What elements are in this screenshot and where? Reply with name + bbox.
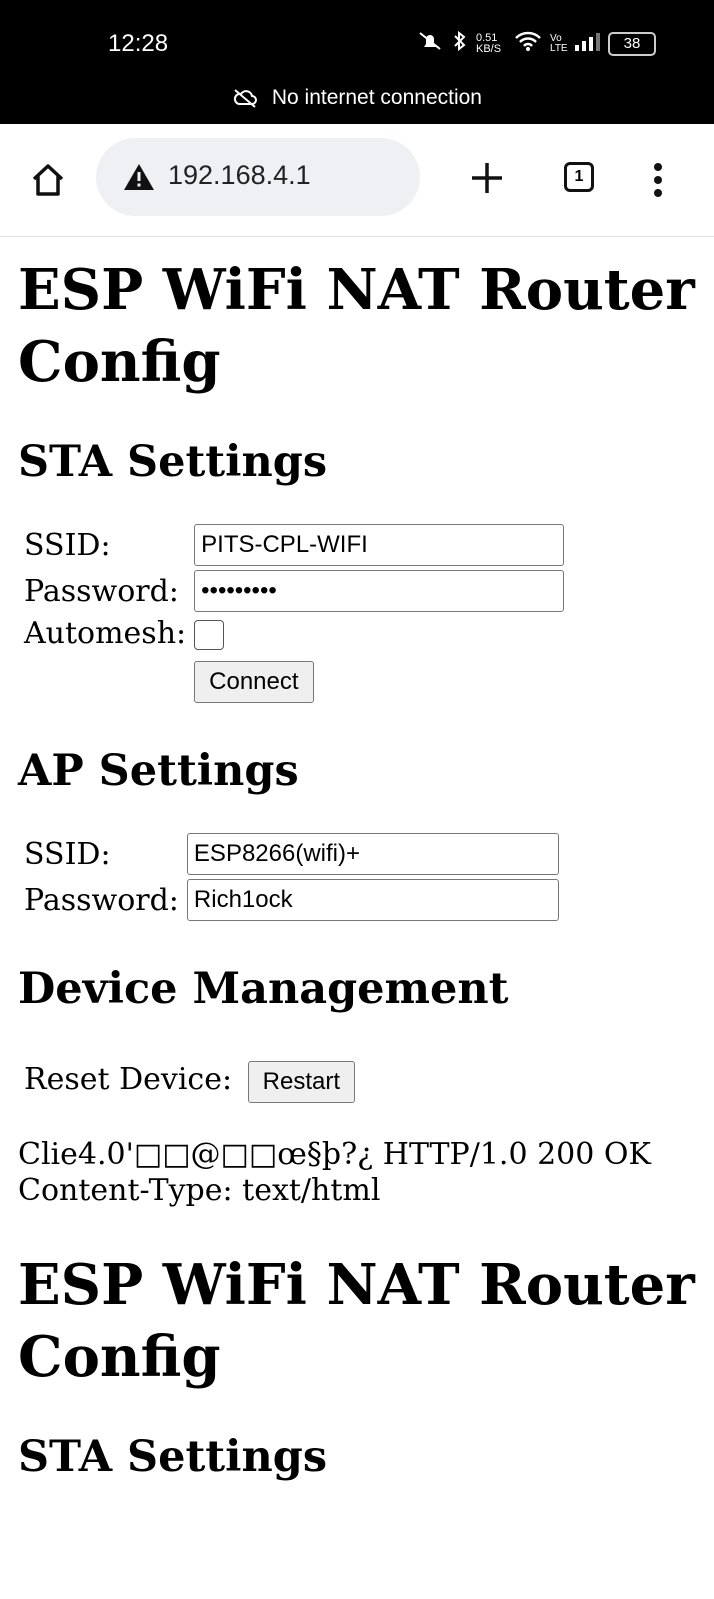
- sta-ssid-input[interactable]: PITS-CPL-WIFI: [194, 524, 565, 566]
- automesh-checkbox[interactable]: [194, 620, 225, 650]
- url-text[interactable]: 192.168.4.1: [168, 160, 311, 191]
- sta-ssid-label: SSID:: [24, 527, 111, 563]
- no-internet-text: No internet connection: [271, 86, 482, 109]
- raw-response-text: Clie4.0'□□@□□œ§þ?¿ HTTP/1.0 200 OK Conte…: [18, 1137, 708, 1209]
- status-bar: 12:28 0.51 KB/S Vo LTE 38 No internet co…: [0, 0, 714, 124]
- page-title: ESP WiFi NAT Router Config: [18, 257, 695, 395]
- cloud-off-icon: [232, 86, 272, 109]
- sta-password-label: Password:: [24, 573, 179, 609]
- home-icon: [32, 164, 64, 196]
- address-bar[interactable]: 192.168.4.1: [96, 138, 420, 216]
- status-time: 12:28: [108, 30, 169, 57]
- ap-password-label: Password:: [24, 882, 179, 918]
- plus-icon: [472, 163, 502, 193]
- browser-toolbar: 192.168.4.1 1: [0, 124, 714, 237]
- bluetooth-icon: [452, 30, 468, 57]
- home-button[interactable]: [28, 160, 68, 200]
- ap-settings-heading: AP Settings: [18, 746, 299, 796]
- sta-settings-form: SSID: PITS-CPL-WIFI Password: ••••••••• …: [18, 520, 570, 707]
- ap-ssid-label: SSID:: [24, 836, 111, 872]
- mute-icon: [416, 30, 444, 57]
- status-icons: 0.51 KB/S Vo LTE 38: [416, 30, 656, 57]
- new-tab-button[interactable]: [467, 158, 507, 198]
- menu-button[interactable]: [652, 160, 664, 200]
- raw-response-line-2: Content-Type: text/html: [18, 1173, 381, 1208]
- sta-settings-heading: STA Settings: [18, 437, 328, 487]
- page-title-repeat: ESP WiFi NAT Router Config: [18, 1252, 695, 1390]
- warning-icon[interactable]: [122, 162, 156, 192]
- reset-device-label: Reset Device:: [24, 1062, 233, 1097]
- ap-ssid-input[interactable]: ESP8266(wifi)+: [186, 833, 559, 875]
- automesh-label: Automesh:: [24, 616, 187, 651]
- tab-switcher-button[interactable]: 1: [564, 162, 594, 192]
- raw-response-line-1: Clie4.0'□□@□□œ§þ?¿ HTTP/1.0 200 OK: [18, 1137, 651, 1172]
- device-management-heading: Device Management: [18, 964, 509, 1014]
- restart-button[interactable]: Restart: [247, 1061, 356, 1103]
- signal-icon: [574, 31, 600, 56]
- page-content: ESP WiFi NAT Router Config STA Settings …: [18, 236, 708, 1485]
- ap-settings-form: SSID: ESP8266(wifi)+ Password: Rich1ock: [18, 829, 565, 925]
- volte-badge: Vo LTE: [550, 32, 568, 54]
- more-vert-icon: [654, 163, 662, 197]
- battery-icon: 38: [608, 31, 656, 56]
- reset-row: Reset Device: Restart: [18, 1061, 708, 1103]
- sta-settings-heading-repeat: STA Settings: [18, 1432, 328, 1482]
- connect-button[interactable]: Connect: [194, 661, 314, 703]
- wifi-icon: [514, 30, 542, 57]
- net-speed: 0.51 KB/S: [476, 31, 502, 55]
- ap-password-input[interactable]: Rich1ock: [186, 879, 559, 921]
- sta-password-input[interactable]: •••••••••: [194, 570, 565, 612]
- no-internet-banner: No internet connection: [0, 86, 714, 110]
